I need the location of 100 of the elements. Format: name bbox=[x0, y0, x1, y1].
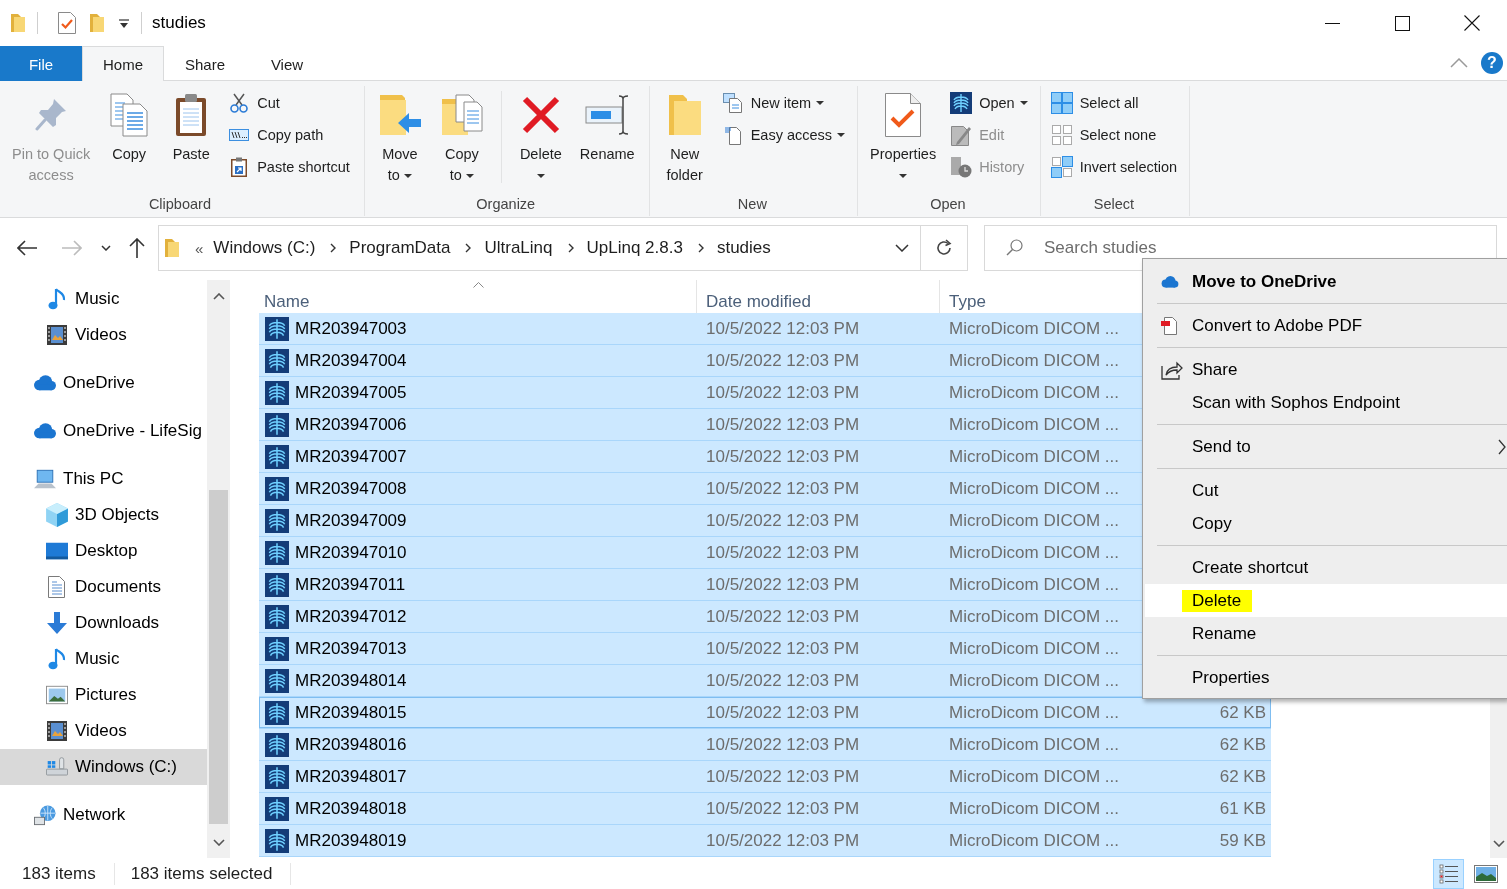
file-row[interactable]: MR203948019 10/5/2022 12:03 PM MicroDicom DICOM ... 59 KB bbox=[259, 825, 1271, 857]
nav-item[interactable]: Documents bbox=[0, 569, 207, 605]
properties-button[interactable]: Properties bbox=[864, 93, 943, 186]
copy-button[interactable]: Copy bbox=[100, 93, 159, 165]
minimize-icon[interactable] bbox=[1324, 22, 1340, 24]
chevron-right-icon[interactable] bbox=[567, 243, 574, 253]
file-row[interactable]: MR203948016 10/5/2022 12:03 PM MicroDicom DICOM ... 62 KB bbox=[259, 729, 1271, 761]
share-icon bbox=[1161, 359, 1183, 380]
ribbon-tab[interactable]: Home bbox=[82, 46, 164, 81]
large-icons-view-icon bbox=[1473, 864, 1498, 883]
breadcrumb-segment[interactable]: UltraLinq bbox=[484, 238, 553, 258]
nav-item[interactable]: Videos bbox=[0, 317, 207, 353]
file-name: MR203947011 bbox=[295, 574, 406, 595]
chevron-down-icon[interactable] bbox=[1492, 839, 1505, 847]
breadcrumb-segment[interactable]: ProgramData bbox=[349, 238, 451, 258]
ribbon-group-label: New bbox=[736, 195, 768, 214]
history-icon bbox=[950, 156, 973, 178]
pdf-document-icon bbox=[1161, 316, 1177, 335]
breadcrumb-segment[interactable]: Windows (C:) bbox=[213, 238, 316, 258]
details-view-button[interactable] bbox=[1433, 858, 1464, 889]
type-cell-text: MicroDicom DICOM ... bbox=[948, 350, 1120, 371]
select-all-button[interactable]: Select all bbox=[1046, 87, 1182, 119]
path-overflow-button[interactable]: « bbox=[195, 239, 204, 257]
file-row[interactable]: MR203948017 10/5/2022 12:03 PM MicroDicom DICOM ... 62 KB bbox=[259, 761, 1271, 793]
menu-item[interactable]: Delete bbox=[1145, 584, 1507, 617]
nav-item[interactable]: Downloads bbox=[0, 605, 207, 641]
close-icon[interactable] bbox=[1464, 15, 1480, 31]
file-name: MR203947012 bbox=[295, 606, 407, 627]
chevron-up-icon[interactable] bbox=[212, 292, 225, 300]
chevron-right-icon[interactable] bbox=[697, 243, 704, 253]
selection-count: 183 items selected bbox=[130, 863, 273, 884]
delete-icon bbox=[521, 96, 560, 134]
window-title: studies bbox=[152, 13, 206, 33]
chevron-down-icon[interactable] bbox=[101, 245, 111, 251]
ribbon-tab[interactable]: Share bbox=[164, 46, 246, 81]
chevron-up-icon[interactable] bbox=[1450, 58, 1468, 68]
invert-selection-button[interactable]: Invert selection bbox=[1046, 151, 1182, 183]
date-modified-cell-text: 10/5/2022 12:03 PM bbox=[705, 382, 861, 403]
nav-item[interactable]: OneDrive bbox=[0, 365, 207, 401]
nav-item[interactable]: Music bbox=[0, 641, 207, 677]
x-ray-icon bbox=[265, 316, 289, 341]
date-modified-cell-text: 10/5/2022 12:03 PM bbox=[705, 350, 861, 371]
nav-item[interactable]: Music bbox=[0, 281, 207, 317]
nav-item[interactable]: Windows (C:) bbox=[0, 749, 207, 785]
move-to-button[interactable]: Move to bbox=[370, 93, 429, 186]
nav-item[interactable]: This PC bbox=[0, 461, 207, 497]
scrollbar-thumb[interactable] bbox=[209, 490, 228, 824]
search-icon bbox=[1006, 239, 1023, 256]
ribbon-group-label: Clipboard bbox=[147, 195, 212, 214]
delete-button[interactable]: Delete bbox=[511, 93, 570, 186]
file-menu-button[interactable]: File bbox=[0, 46, 82, 81]
type-cell-text: MicroDicom DICOM ... bbox=[948, 638, 1120, 659]
x-ray-icon bbox=[265, 732, 289, 757]
maximize-icon[interactable] bbox=[1394, 15, 1410, 31]
nav-item[interactable]: OneDrive - LifeSig bbox=[0, 413, 207, 449]
pencil-document-icon bbox=[951, 124, 972, 146]
chevron-right-icon[interactable] bbox=[465, 243, 472, 253]
caret-icon[interactable] bbox=[119, 18, 129, 28]
x-ray-icon bbox=[265, 572, 289, 597]
nav-item[interactable]: Desktop bbox=[0, 533, 207, 569]
properties-icon[interactable] bbox=[58, 12, 76, 34]
chevron-right-icon[interactable] bbox=[330, 243, 337, 253]
help-button[interactable]: ? bbox=[1481, 52, 1503, 74]
column-header[interactable]: Name bbox=[259, 280, 696, 313]
breadcrumb-segment[interactable]: studies bbox=[716, 238, 771, 258]
new-folder-button[interactable]: New folder bbox=[655, 93, 714, 186]
select-none-button[interactable]: Select none bbox=[1046, 119, 1182, 151]
paste-button[interactable]: Paste bbox=[162, 93, 221, 165]
chevron-down-icon[interactable] bbox=[212, 838, 225, 846]
new-item-button[interactable]: New item bbox=[717, 87, 850, 119]
nav-item[interactable]: Pictures bbox=[0, 677, 207, 713]
file-name: MR203948014 bbox=[295, 670, 407, 691]
ribbon-tab[interactable]: View bbox=[246, 46, 328, 81]
date-modified-cell-text: 10/5/2022 12:03 PM bbox=[705, 638, 861, 659]
breadcrumb-segment[interactable]: UpLinq 2.8.3 bbox=[586, 238, 683, 258]
type-cell-text: MicroDicom DICOM ... bbox=[948, 830, 1120, 851]
file-row[interactable]: MR203948015 10/5/2022 12:03 PM MicroDicom DICOM ... 62 KB bbox=[259, 697, 1271, 729]
open-button[interactable]: Open bbox=[946, 87, 1032, 119]
up-arrow-icon[interactable] bbox=[129, 238, 145, 258]
x-ray-icon bbox=[265, 380, 289, 405]
sort-caret-icon bbox=[472, 282, 484, 288]
paste-shortcut-button[interactable]: Paste shortcut bbox=[224, 151, 354, 183]
cut-button[interactable]: Cut bbox=[224, 87, 354, 119]
size-cell-text: 62 KB bbox=[1218, 766, 1267, 787]
refresh-icon[interactable] bbox=[935, 239, 953, 257]
file-row[interactable]: MR203948018 10/5/2022 12:03 PM MicroDicom DICOM ... 61 KB bbox=[259, 793, 1271, 825]
date-modified-cell-text: 10/5/2022 12:03 PM bbox=[705, 702, 861, 723]
easy-access-button[interactable]: Easy access bbox=[717, 119, 850, 151]
nav-item[interactable]: Videos bbox=[0, 713, 207, 749]
type-cell-text: MicroDicom DICOM ... bbox=[948, 510, 1120, 531]
rename-button[interactable]: Rename bbox=[573, 93, 641, 165]
film-strip-icon bbox=[46, 324, 68, 346]
back-arrow-icon[interactable] bbox=[17, 240, 37, 256]
new-item-icon bbox=[722, 93, 743, 113]
nav-item[interactable]: 3D Objects bbox=[0, 497, 207, 533]
copy-to-button[interactable]: Copy to bbox=[432, 93, 491, 186]
chevron-down-icon[interactable] bbox=[895, 244, 909, 252]
nav-item[interactable]: Network bbox=[0, 797, 207, 833]
address-bar[interactable]: « Windows (C:) ProgramData UltraLinq UpLinq 2.8.3 studies bbox=[158, 225, 968, 271]
copy-path-button[interactable]: Copy path bbox=[224, 119, 354, 151]
